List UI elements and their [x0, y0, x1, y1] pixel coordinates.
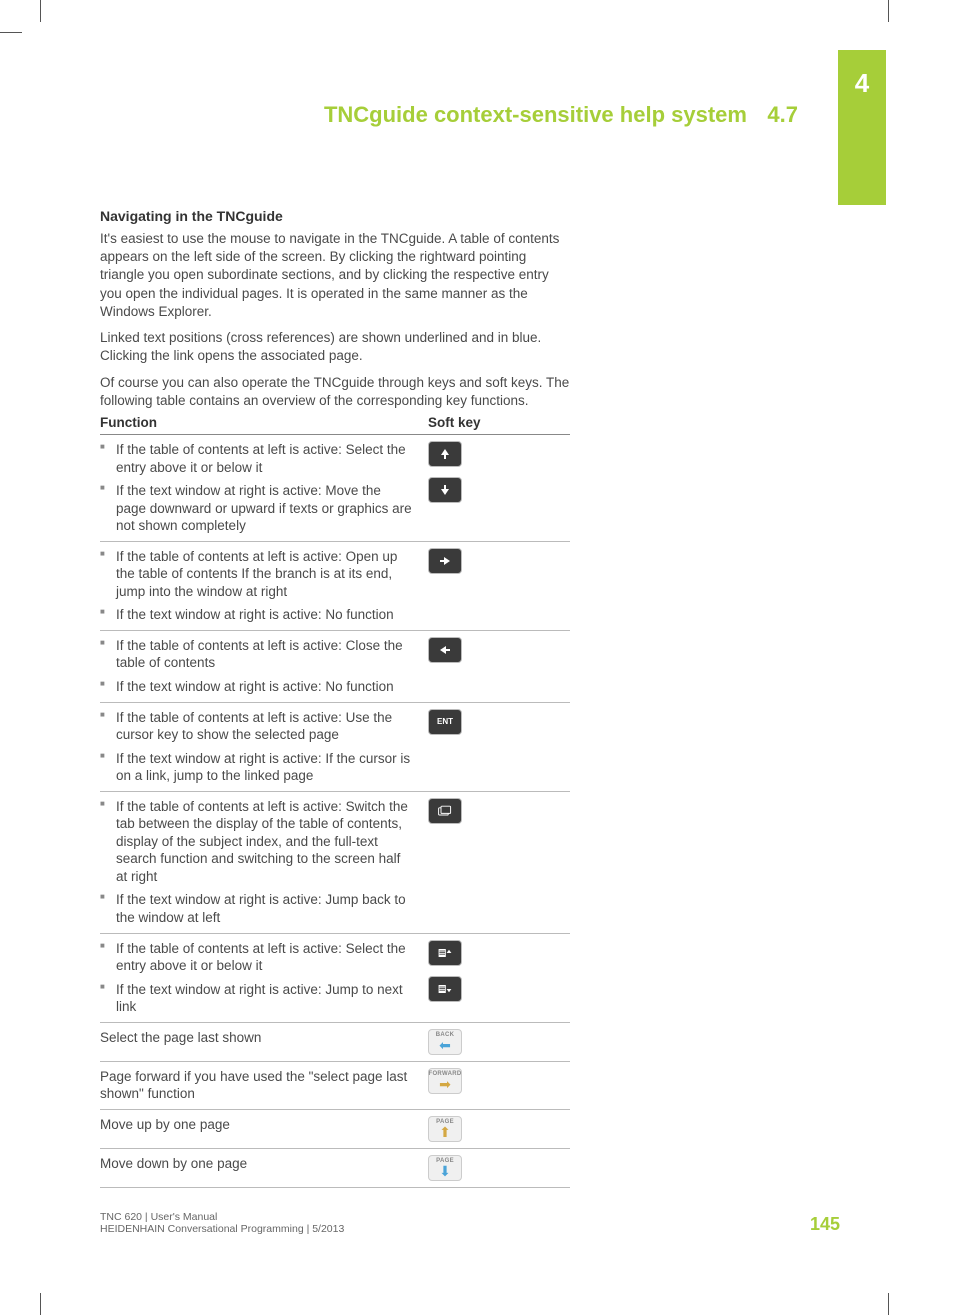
header-section: 4.7 [767, 102, 798, 127]
function-cell: If the table of contents at left is acti… [100, 798, 422, 927]
function-item: If the text window at right is active: N… [100, 606, 412, 624]
th-function: Function [100, 415, 422, 430]
function-item: If the table of contents at left is acti… [100, 637, 412, 672]
footer-line2: HEIDENHAIN Conversational Programming | … [100, 1223, 344, 1235]
arrow-up-icon [428, 441, 462, 467]
back-key-icon: BACK⬅ [428, 1029, 462, 1055]
forward-key-icon: FORWARD➡ [428, 1068, 462, 1094]
crop-mark [40, 0, 41, 22]
table-row: If the table of contents at left is acti… [100, 792, 570, 934]
footer-line1: TNC 620 | User's Manual [100, 1211, 344, 1223]
ent-key-icon: ENT [428, 709, 462, 735]
softkey-cell: PAGE⬇ [422, 1155, 570, 1181]
page-header: TNCguide context-sensitive help system 4… [324, 102, 798, 128]
arrow-left-icon [428, 637, 462, 663]
function-cell: If the table of contents at left is acti… [100, 548, 422, 624]
softkey-cell [422, 798, 570, 824]
intro-p3: Of course you can also operate the TNCgu… [100, 374, 570, 410]
crop-mark [0, 32, 22, 33]
function-cell: If the table of contents at left is acti… [100, 637, 422, 696]
softkey-cell: ENT [422, 709, 570, 735]
function-cell: If the table of contents at left is acti… [100, 940, 422, 1016]
softkey-cell [422, 441, 570, 503]
chapter-tab: 4 [838, 50, 886, 205]
arrow-down-icon [428, 477, 462, 503]
table-row: If the table of contents at left is acti… [100, 435, 570, 542]
table-row: If the table of contents at left is acti… [100, 934, 570, 1023]
function-cell: Select the page last shown [100, 1029, 422, 1047]
function-cell: If the table of contents at left is acti… [100, 709, 422, 785]
table-row: If the table of contents at left is acti… [100, 631, 570, 703]
table-row: If the table of contents at left is acti… [100, 703, 570, 792]
function-cell: Page forward if you have used the "selec… [100, 1068, 422, 1103]
function-item: If the table of contents at left is acti… [100, 940, 412, 975]
function-item: If the text window at right is active: J… [100, 891, 412, 926]
function-cell: If the table of contents at left is acti… [100, 441, 422, 535]
function-cell: Move down by one page [100, 1155, 422, 1173]
page-down-key-icon: PAGE⬇ [428, 1155, 462, 1181]
function-item: If the text window at right is active: M… [100, 482, 412, 535]
header-title: TNCguide context-sensitive help system [324, 102, 747, 127]
function-cell: Move up by one page [100, 1116, 422, 1134]
list-up-icon [428, 940, 462, 966]
softkey-cell [422, 940, 570, 1002]
function-item: If the text window at right is active: J… [100, 981, 412, 1016]
list-down-icon [428, 976, 462, 1002]
th-softkey: Soft key [422, 415, 570, 430]
page: 4 TNCguide context-sensitive help system… [42, 30, 886, 1285]
arrow-right-icon [428, 548, 462, 574]
softkey-cell: BACK⬅ [422, 1029, 570, 1055]
intro-block: Navigating in the TNCguide It's easiest … [100, 208, 570, 418]
tab-switch-icon [428, 798, 462, 824]
function-table: Function Soft key If the table of conten… [100, 415, 570, 1188]
softkey-cell [422, 637, 570, 663]
function-item: If the table of contents at left is acti… [100, 709, 412, 744]
table-row: Move down by one page PAGE⬇ [100, 1149, 570, 1188]
intro-heading: Navigating in the TNCguide [100, 208, 570, 224]
page-number: 145 [810, 1214, 840, 1235]
softkey-cell [422, 548, 570, 574]
page-footer: TNC 620 | User's Manual HEIDENHAIN Conve… [100, 1211, 840, 1235]
intro-p1: It's easiest to use the mouse to navigat… [100, 230, 570, 321]
table-row: Move up by one page PAGE⬆ [100, 1110, 570, 1149]
crop-mark [40, 1293, 41, 1315]
function-item: If the table of contents at left is acti… [100, 548, 412, 601]
intro-p2: Linked text positions (cross references)… [100, 329, 570, 365]
function-item: If the table of contents at left is acti… [100, 441, 412, 476]
softkey-cell: PAGE⬆ [422, 1116, 570, 1142]
function-item: If the text window at right is active: N… [100, 678, 412, 696]
softkey-cell: FORWARD➡ [422, 1068, 570, 1094]
function-item: If the text window at right is active: I… [100, 750, 412, 785]
table-row: Page forward if you have used the "selec… [100, 1062, 570, 1110]
table-row: Select the page last shown BACK⬅ [100, 1023, 570, 1062]
table-row: If the table of contents at left is acti… [100, 542, 570, 631]
table-header: Function Soft key [100, 415, 570, 435]
crop-mark [888, 1293, 889, 1315]
crop-mark [888, 0, 889, 22]
page-up-key-icon: PAGE⬆ [428, 1116, 462, 1142]
function-item: If the table of contents at left is acti… [100, 798, 412, 886]
